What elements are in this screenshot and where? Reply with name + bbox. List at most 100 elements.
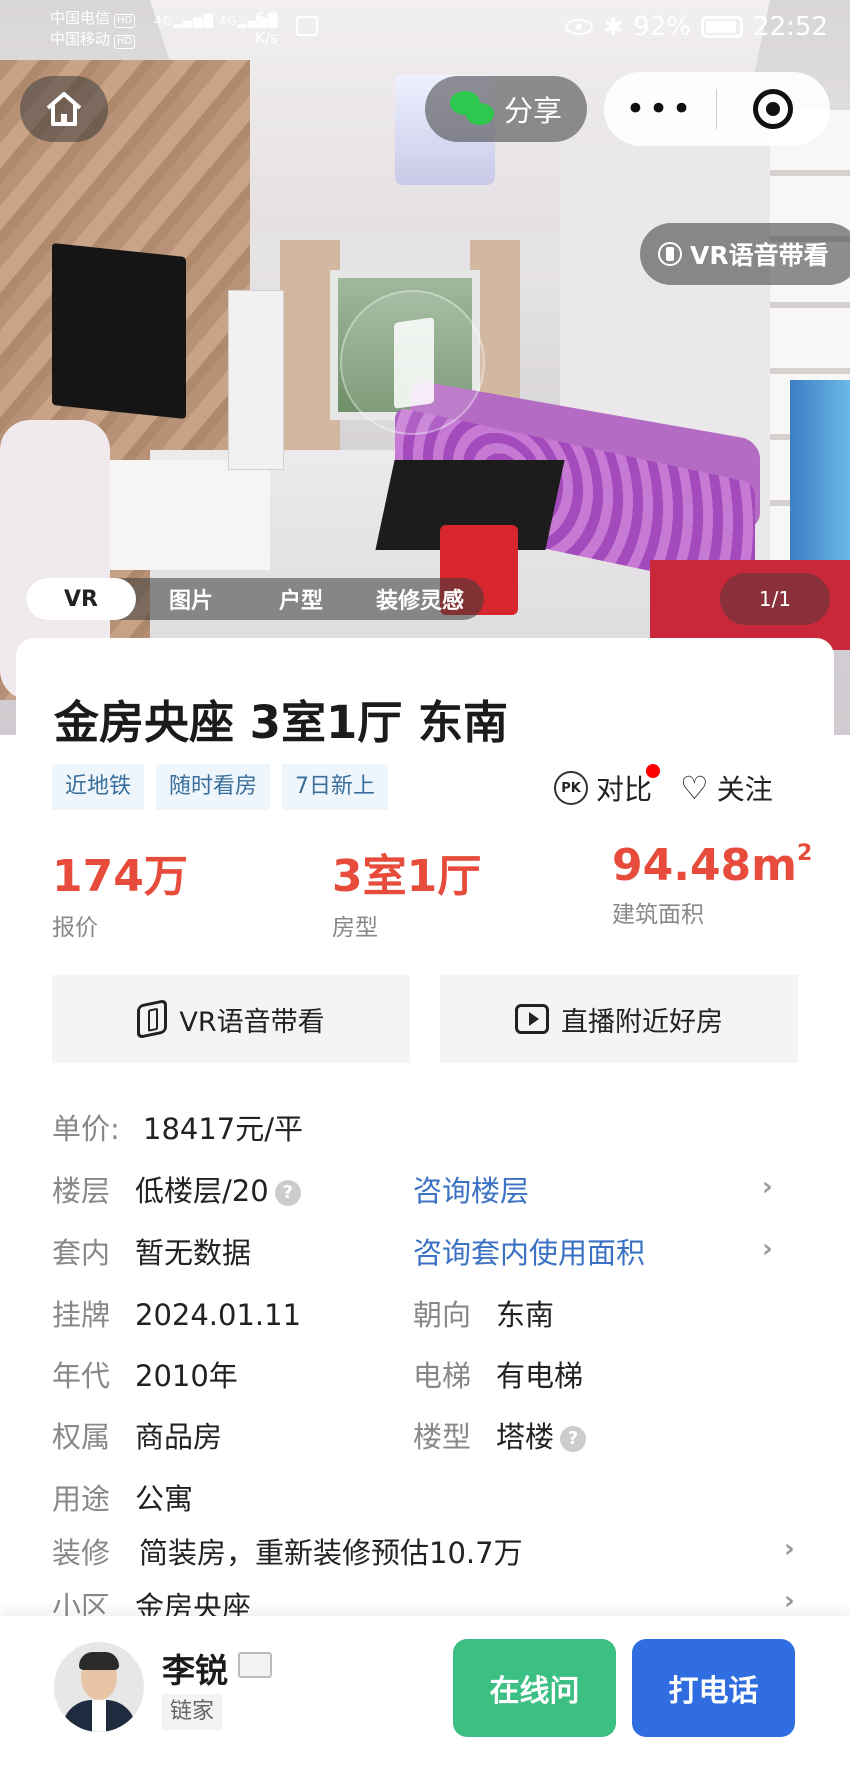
row-unit-price: 单价: 18417元/平 [52,1106,303,1148]
mini-program-capsule: ••• [604,72,830,146]
tab-vr[interactable]: VR [26,578,136,620]
tag-near-subway: 近地铁 [52,764,145,810]
share-label: 分享 [503,94,562,128]
row-ownership: 权属 商品房 [52,1414,222,1456]
chevron-right-icon[interactable]: › [784,1586,795,1616]
floor-value: 低楼层/20 [135,1174,269,1208]
listing-title: 金房央座 3室1厅 东南 [54,696,508,749]
chevron-right-icon[interactable]: › [762,1234,773,1264]
stat-layout: 3室1厅 房型 [332,840,481,942]
live-nearby-button[interactable]: 直播附近好房 [440,975,798,1063]
tag-viewing-anytime: 随时看房 [156,764,271,810]
share-button[interactable]: 分享 [425,76,587,142]
vr-voice-guide-button[interactable]: VR语音带看 [52,975,410,1063]
listing-tags: 近地铁 随时看房 7日新上 [52,764,389,810]
live-button-label: 直播附近好房 [561,1006,723,1038]
chevron-right-icon[interactable]: › [762,1172,773,1202]
battery-percent: 92% [633,12,692,42]
listed-value: 2024.01.11 [135,1298,302,1332]
gallery-notification-icon [296,16,318,36]
orient-key: 朝向 [413,1298,472,1332]
year-value: 2010年 [135,1359,238,1393]
row-usage: 用途 公寓 [52,1476,193,1518]
row-elevator: 电梯 有电梯 [413,1353,583,1395]
red-dot-badge [646,764,660,778]
compare-label: 对比 [596,773,653,806]
row-building-type: 楼型 塔楼? [413,1414,587,1456]
consult-floor-link[interactable]: 咨询楼层 [413,1168,529,1210]
bluetooth-icon: ✱ [603,13,624,41]
status-right: ✱ 92% 22:52 [565,12,828,42]
usage-value: 公寓 [135,1482,194,1516]
price-value: 174万 [52,851,188,902]
tag-new-7days: 7日新上 [282,764,389,810]
vr-icon [658,242,682,266]
row-year: 年代 2010年 [52,1353,238,1395]
chevron-right-icon[interactable]: › [784,1534,795,1564]
tab-decor-ideas[interactable]: 装修灵感 [356,578,484,620]
decor-value: 简装房，重新装修预估10.7万 [139,1536,523,1570]
home-button[interactable] [20,76,108,142]
unit-price-key: 单价: [52,1112,120,1146]
carrier-1: 中国电信 [50,9,111,27]
row-inner-area: 套内 暂无数据 [52,1230,251,1272]
vr-center-icon[interactable] [340,290,485,435]
more-dots-icon[interactable]: ••• [604,89,716,129]
wechat-icon [449,91,494,127]
follow-label: 关注 [716,773,773,806]
call-button[interactable]: 打电话 [632,1639,795,1737]
layout-label: 房型 [332,915,378,941]
agent-company: 链家 [162,1694,223,1730]
building-value: 塔楼 [496,1420,555,1454]
close-button[interactable] [717,89,829,129]
listed-key: 挂牌 [52,1298,111,1332]
tab-floorplan[interactable]: 户型 [246,578,356,620]
ownership-key: 权属 [52,1420,111,1454]
inner-key: 套内 [52,1236,111,1270]
battery-icon [701,16,744,38]
photo-tv [52,242,186,420]
layout-value: 3室1厅 [332,851,482,902]
year-key: 年代 [52,1359,111,1393]
floor-key: 楼层 [52,1174,111,1208]
agent-name: 李锐 [162,1651,228,1690]
compare-button[interactable]: PK 对比 [554,764,660,808]
carrier-info: 中国电信 HD 中国移动 HD [50,8,136,50]
photo-air-conditioner [228,290,284,470]
area-value: 94.48m2 [612,840,813,891]
help-icon[interactable]: ? [274,1180,301,1206]
usage-key: 用途 [52,1482,111,1516]
orient-value: 东南 [496,1298,555,1332]
vr-voice-guide-badge[interactable]: VR语音带看 [640,223,850,285]
status-bar: 中国电信 HD 中国移动 HD 4G▂▄▆█ 4G▂▄▆█ 6.5 K/s ✱ 92… [0,0,850,56]
carrier-2: 中国移动 [50,30,111,48]
decor-key: 装修 [52,1536,111,1570]
elevator-value: 有电梯 [496,1359,584,1393]
stat-price: 174万 报价 [52,840,188,942]
help-icon[interactable]: ? [560,1426,587,1452]
row-floor: 楼层 低楼层/20? [52,1168,301,1210]
inner-value: 暂无数据 [135,1236,252,1270]
agent-avatar[interactable] [54,1642,144,1732]
hd-badge: HD [114,14,136,28]
vr-badge-label: VR语音带看 [690,241,829,270]
consult-inner-area-link[interactable]: 咨询套内使用面积 [413,1230,645,1272]
vr-button-label: VR语音带看 [179,1006,325,1038]
business-card-icon[interactable] [238,1652,272,1678]
chat-online-button[interactable]: 在线问 [453,1639,616,1737]
mini-program-close-icon [753,89,793,129]
media-tabs: VR 图片 户型 装修灵感 [26,578,484,620]
area-label: 建筑面积 [612,902,704,928]
hd-badge: HD [114,35,136,49]
elevator-key: 电梯 [413,1359,472,1393]
vr-icon [137,998,168,1040]
eye-icon [565,19,594,35]
live-video-icon [515,1004,549,1034]
unit-price-value: 18417元/平 [143,1112,304,1146]
net-speed: 6.5 K/s [255,9,279,47]
stat-area: 94.48m2 建筑面积 [612,840,812,929]
tab-photos[interactable]: 图片 [136,578,246,620]
clock: 22:52 [753,12,828,42]
follow-button[interactable]: ♡ 关注 [680,768,773,808]
row-decoration[interactable]: 装修 简装房，重新装修预估10.7万 [52,1530,523,1572]
